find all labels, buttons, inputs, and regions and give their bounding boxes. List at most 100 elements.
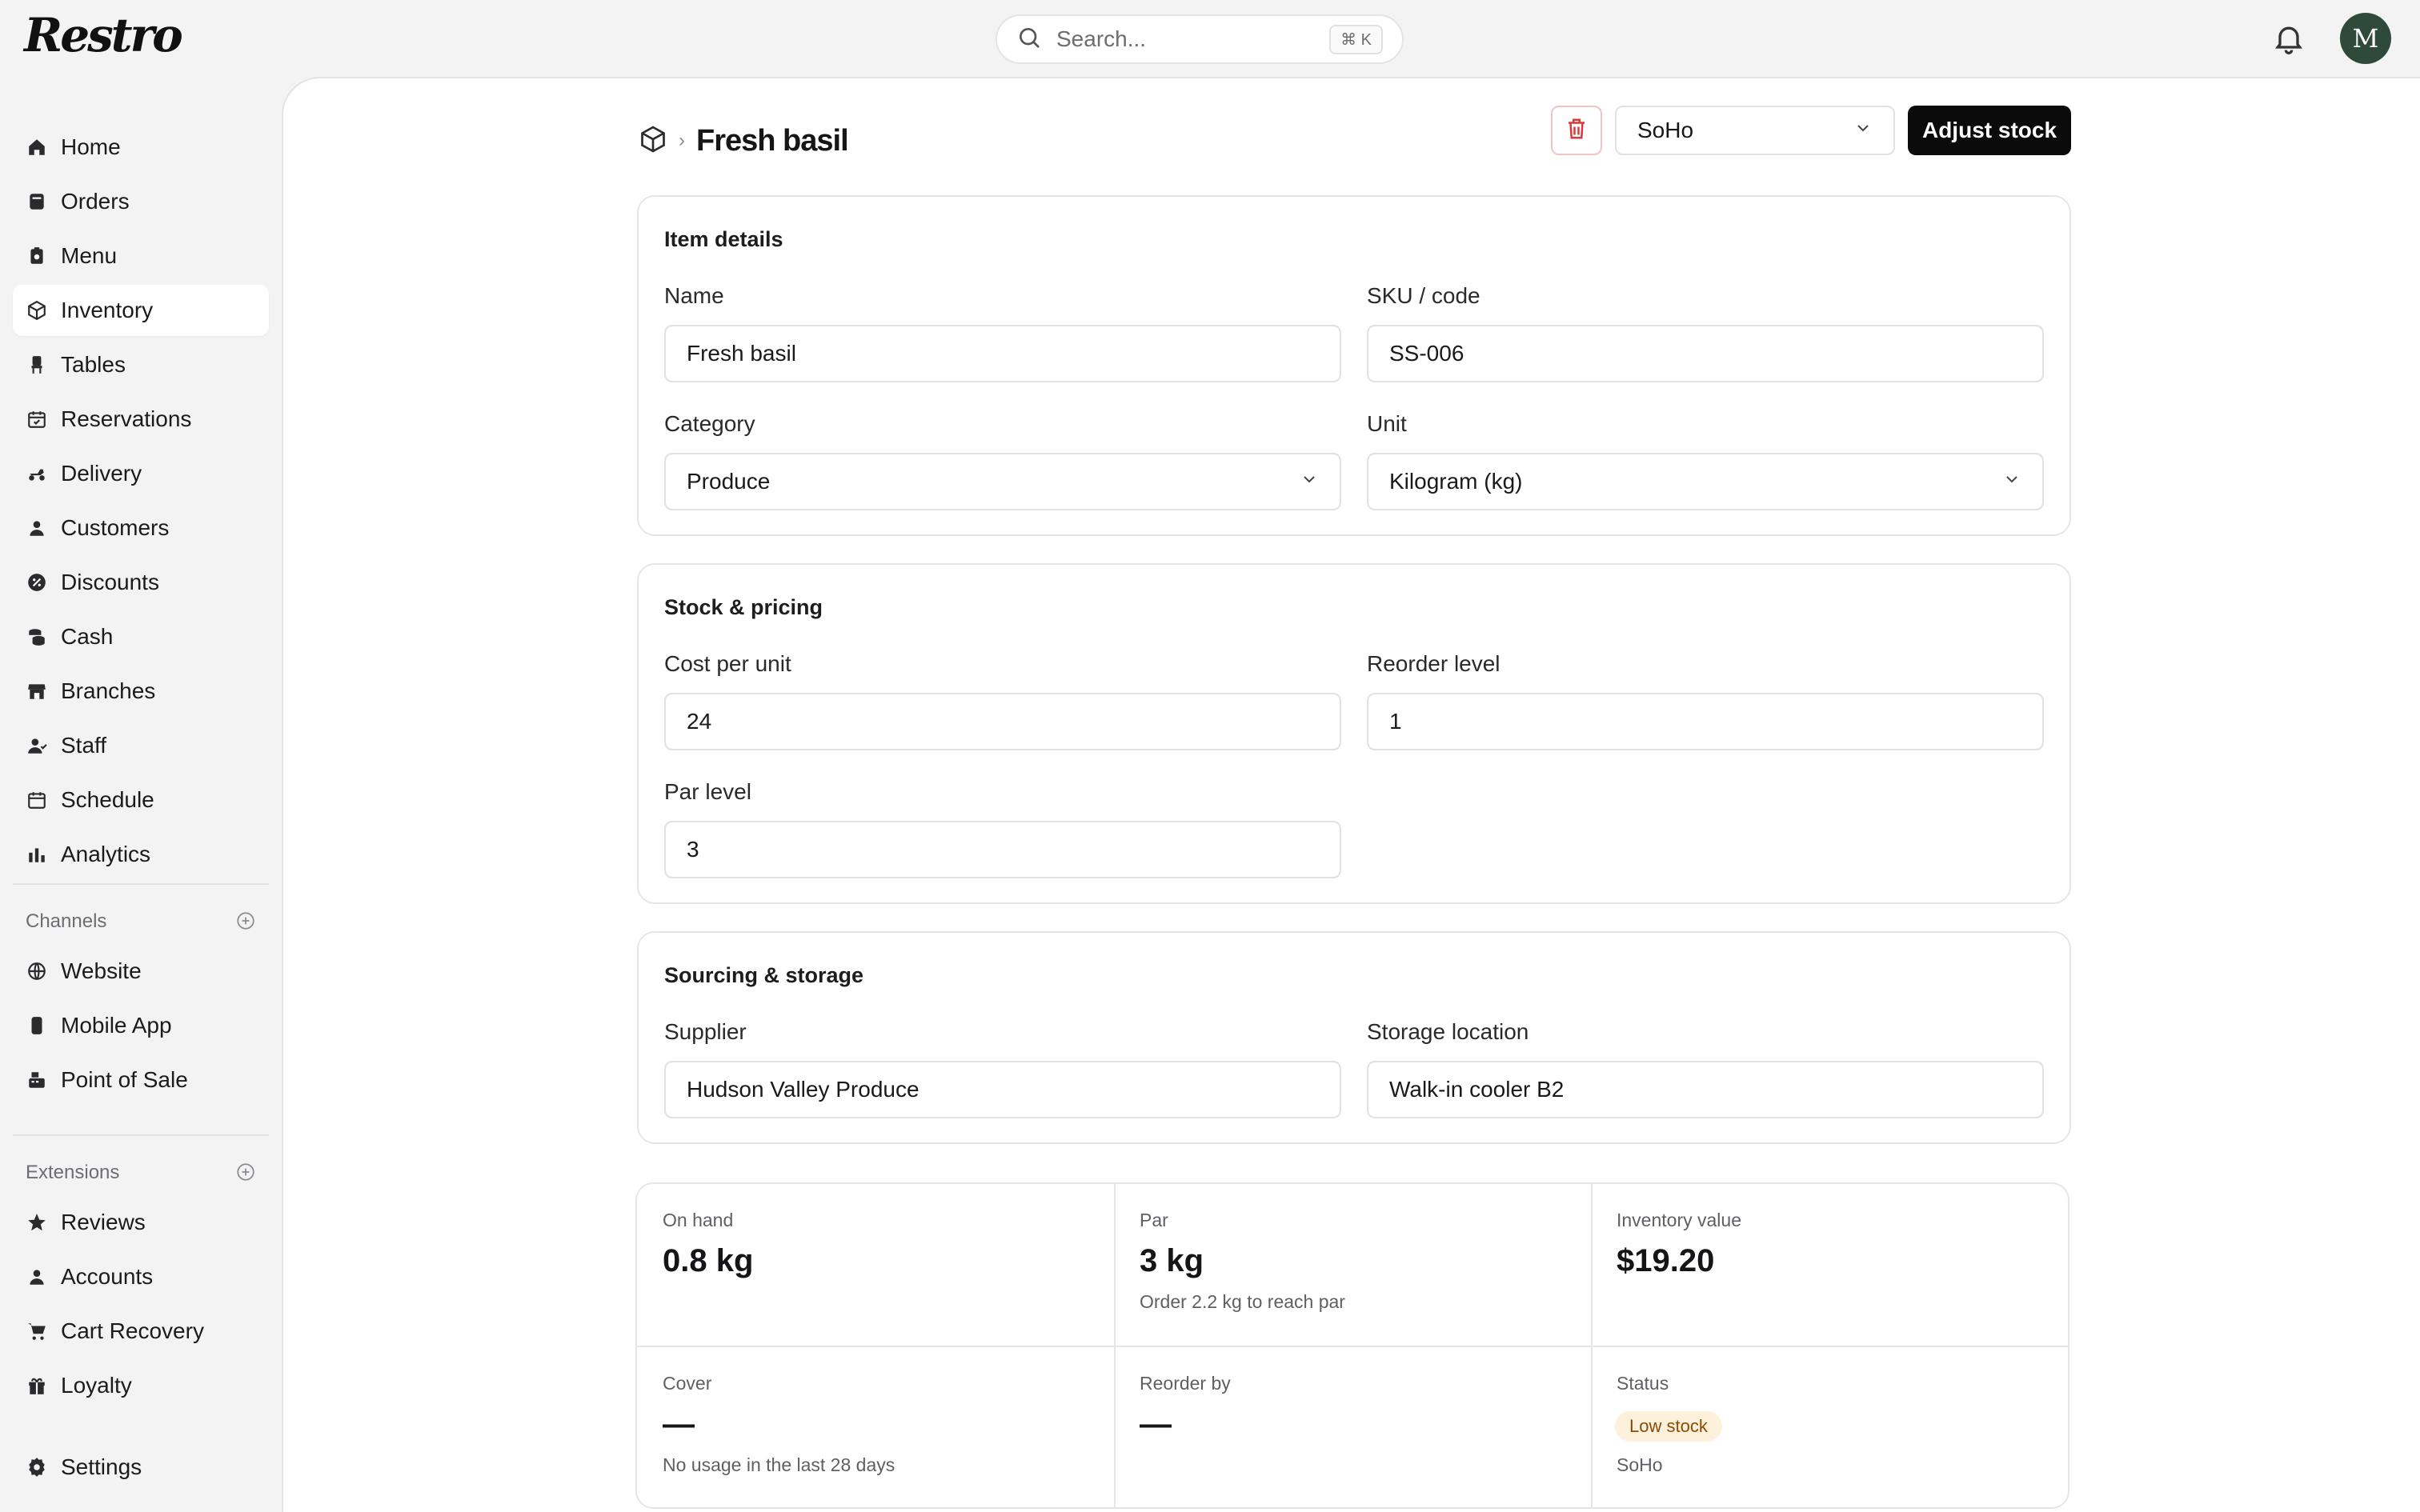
stat-label: Reorder by xyxy=(1140,1373,1231,1394)
sidebar-item-menu[interactable]: Menu xyxy=(13,230,269,282)
sidebar-item-discounts[interactable]: Discounts xyxy=(13,557,269,608)
sidebar-item-analytics[interactable]: Analytics xyxy=(13,829,269,880)
sidebar-item-settings[interactable]: Settings xyxy=(13,1442,269,1493)
sku-input[interactable]: SS-006 xyxy=(1367,325,2044,382)
adjust-stock-button[interactable]: Adjust stock xyxy=(1908,106,2071,155)
sidebar-item-reservations[interactable]: Reservations xyxy=(13,394,269,445)
sidebar-item-orders[interactable]: Orders xyxy=(13,176,269,227)
stat-inventory-value: Inventory value $19.20 xyxy=(1591,1184,2068,1346)
avatar[interactable]: M xyxy=(2340,13,2391,64)
restro-logo[interactable]: Restro xyxy=(24,8,183,62)
stat-par: Par 3 kg Order 2.2 kg to reach par xyxy=(1114,1184,1591,1346)
item-details-card: Item details Name Fresh basil SKU / code… xyxy=(637,195,2071,536)
sidebar-item-label: Point of Sale xyxy=(61,1067,188,1092)
sidebar-item-mobile-app[interactable]: Mobile App xyxy=(13,1000,269,1051)
sidebar-item-label: Staff xyxy=(61,733,107,758)
sidebar-item-label: Discounts xyxy=(61,570,159,594)
chevron-right-icon: › xyxy=(679,130,685,151)
sidebar-item-label: Schedule xyxy=(61,787,154,812)
sidebar-item-reviews[interactable]: Reviews xyxy=(13,1197,269,1248)
sidebar-item-accounts[interactable]: Accounts xyxy=(13,1251,269,1302)
stat-subtext: SoHo xyxy=(1617,1454,1663,1475)
sidebar-item-label: Mobile App xyxy=(61,1013,172,1038)
par-level-label: Par level xyxy=(664,779,751,804)
register-icon xyxy=(26,1069,48,1091)
unit-select[interactable]: Kilogram (kg) xyxy=(1367,453,2044,510)
orders-icon xyxy=(26,190,48,213)
name-label: Name xyxy=(664,283,724,308)
search-icon xyxy=(1016,25,1042,54)
branch-select-value: SoHo xyxy=(1637,118,1694,142)
sidebar-item-loyalty[interactable]: Loyalty xyxy=(13,1360,269,1411)
storage-location-input[interactable]: Walk-in cooler B2 xyxy=(1367,1061,2044,1118)
add-channel-icon[interactable] xyxy=(235,910,256,931)
sidebar-item-branches[interactable]: Branches xyxy=(13,666,269,717)
sidebar-item-point-of-sale[interactable]: Point of Sale xyxy=(13,1054,269,1106)
sidebar-item-label: Analytics xyxy=(61,842,151,866)
card-title: Item details xyxy=(664,227,783,251)
sidebar-item-label: Loyalty xyxy=(61,1373,132,1398)
stat-value: 3 kg xyxy=(1140,1243,1204,1278)
sidebar-item-label: Home xyxy=(61,134,121,159)
unit-label: Unit xyxy=(1367,411,1407,436)
bar-chart-icon xyxy=(26,843,48,866)
cost-input[interactable]: 24 xyxy=(664,693,1341,750)
gift-icon xyxy=(26,1374,48,1397)
sidebar-item-tables[interactable]: Tables xyxy=(13,339,269,390)
stat-status: Status Low stock SoHo xyxy=(1591,1347,2068,1507)
top-bar: Restro Search... ⌘ K M xyxy=(0,0,2420,77)
box-icon[interactable] xyxy=(639,125,667,158)
sidebar-item-label: Customers xyxy=(61,515,170,540)
reorder-level-label: Reorder level xyxy=(1367,651,1500,676)
trash-icon xyxy=(1565,117,1589,145)
sidebar-item-home[interactable]: Home xyxy=(13,122,269,173)
bell-icon[interactable] xyxy=(2271,21,2306,56)
calendar-check-icon xyxy=(26,408,48,430)
search-shortcut-badge: ⌘ K xyxy=(1329,24,1383,54)
discount-icon xyxy=(26,571,48,594)
sidebar-divider xyxy=(13,1134,269,1136)
delete-button[interactable] xyxy=(1551,106,1602,155)
scooter-icon xyxy=(26,462,48,485)
stat-on-hand: On hand 0.8 kg xyxy=(637,1184,1114,1346)
sidebar-item-delivery[interactable]: Delivery xyxy=(13,448,269,499)
stat-label: Cover xyxy=(663,1373,712,1394)
reorder-level-input[interactable]: 1 xyxy=(1367,693,2044,750)
name-input[interactable]: Fresh basil xyxy=(664,325,1341,382)
star-icon xyxy=(26,1211,48,1234)
sidebar-item-label: Cash xyxy=(61,624,114,649)
search-input[interactable]: Search... ⌘ K xyxy=(996,14,1404,64)
par-level-input[interactable]: 3 xyxy=(664,821,1341,878)
category-select[interactable]: Produce xyxy=(664,453,1341,510)
sidebar-item-schedule[interactable]: Schedule xyxy=(13,774,269,826)
staff-icon xyxy=(26,734,48,757)
branch-select[interactable]: SoHo xyxy=(1615,106,1895,155)
category-label: Category xyxy=(664,411,755,436)
stat-reorder-by: Reorder by — xyxy=(1114,1347,1591,1507)
coins-icon xyxy=(26,626,48,648)
sidebar-item-label: Branches xyxy=(61,678,156,703)
cost-label: Cost per unit xyxy=(664,651,791,676)
extensions-heading: Extensions xyxy=(26,1162,120,1183)
sidebar-item-label: Menu xyxy=(61,243,118,268)
sidebar-item-cash[interactable]: Cash xyxy=(13,611,269,662)
sku-label: SKU / code xyxy=(1367,283,1480,308)
stat-label: Inventory value xyxy=(1617,1210,1741,1230)
supplier-input[interactable]: Hudson Valley Produce xyxy=(664,1061,1341,1118)
sourcing-storage-card: Sourcing & storage Supplier Hudson Valle… xyxy=(637,931,2071,1144)
stock-pricing-card: Stock & pricing Cost per unit 24 Reorder… xyxy=(637,563,2071,904)
cost-value: 24 xyxy=(687,709,712,734)
add-extension-icon[interactable] xyxy=(235,1162,256,1182)
gear-icon xyxy=(26,1456,48,1478)
calendar-icon xyxy=(26,789,48,811)
chevron-down-icon xyxy=(1853,118,1873,143)
sidebar-item-staff[interactable]: Staff xyxy=(13,720,269,771)
storage-location-label: Storage location xyxy=(1367,1019,1529,1044)
stat-subtext: Order 2.2 kg to reach par xyxy=(1140,1291,1345,1312)
sidebar-item-customers[interactable]: Customers xyxy=(13,502,269,554)
sidebar-item-cart-recovery[interactable]: Cart Recovery xyxy=(13,1306,269,1357)
sidebar-item-website[interactable]: Website xyxy=(13,946,269,997)
sidebar-item-inventory[interactable]: Inventory xyxy=(13,285,269,336)
card-title: Sourcing & storage xyxy=(664,963,864,987)
sidebar-divider xyxy=(13,883,269,885)
